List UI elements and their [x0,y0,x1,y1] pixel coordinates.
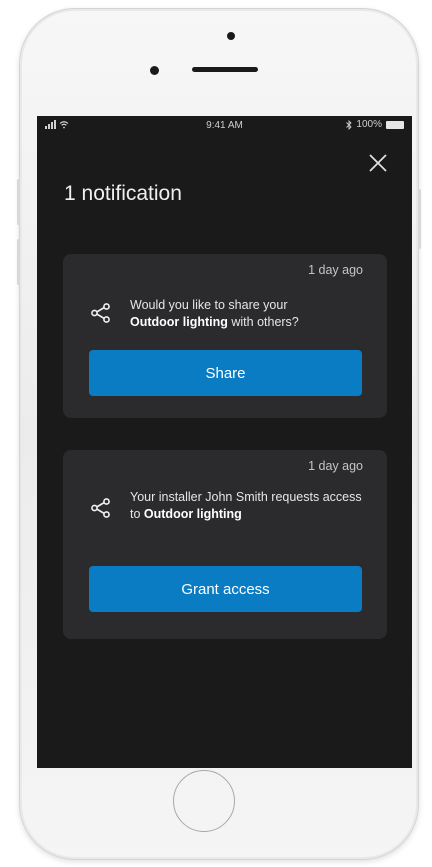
share-icon [91,303,110,323]
front-camera [150,66,159,75]
message-line: Would you like to share your [130,298,288,312]
close-icon [369,154,387,172]
close-button[interactable] [367,152,389,174]
device-name: Outdoor lighting [143,507,242,521]
message-line: to Outdoor lighting [130,506,362,523]
app-screen: 9:41 AM 100% 1 notification 1 day ago Wo… [37,116,412,768]
volume-button [17,239,20,285]
battery-percent: 100% [356,119,382,130]
battery-icon [386,120,404,129]
message-suffix: with others? [227,315,299,329]
notification-card: 1 day ago Would you like to share your O… [63,254,387,418]
message-line: Outdoor lighting with others? [130,314,299,331]
notification-message: Would you like to share your Outdoor lig… [130,297,299,331]
proximity-sensor [227,32,235,40]
message-prefix: to [130,507,144,521]
notification-time: 1 day ago [308,459,363,473]
device-name: Outdoor lighting [130,315,228,329]
volume-button [17,179,20,225]
grant-access-button[interactable]: Grant access [89,566,362,612]
power-button [418,189,421,249]
earpiece-speaker [192,67,258,72]
message-line: Your installer John Smith requests acces… [130,490,362,504]
status-bar: 9:41 AM 100% [37,116,412,136]
bluetooth-icon [346,119,353,130]
notification-time: 1 day ago [308,263,363,277]
share-icon [91,498,110,518]
notification-card: 1 day ago Your installer John Smith requ… [63,450,387,639]
share-button[interactable]: Share [89,350,362,396]
status-right: 100% [346,119,404,130]
notification-message: Your installer John Smith requests acces… [130,489,362,523]
page-title: 1 notification [64,182,182,205]
home-button[interactable] [173,770,235,832]
